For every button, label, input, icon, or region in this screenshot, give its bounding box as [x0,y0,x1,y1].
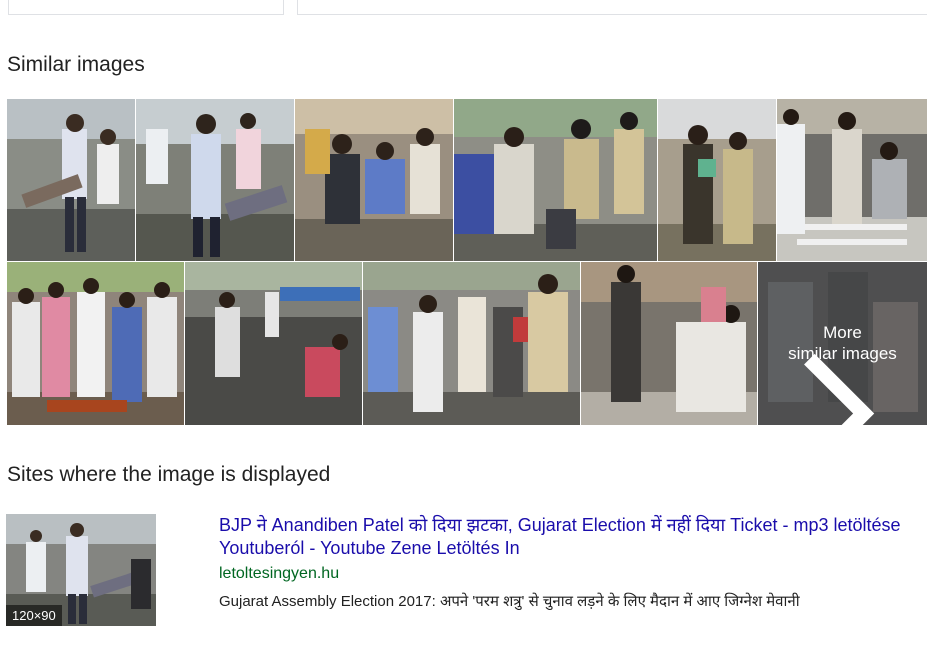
similar-image-8[interactable] [185,262,362,425]
more-similar-images-button[interactable]: More similar images [758,262,927,425]
similar-image-7[interactable] [7,262,184,425]
top-right-box [297,0,927,15]
similar-images-heading: Similar images [7,53,145,76]
top-left-box [8,0,284,15]
similar-image-9[interactable] [363,262,580,425]
similar-image-10[interactable] [581,262,757,425]
similar-image-2[interactable] [136,99,294,261]
result-thumbnail[interactable]: 120×90 [6,514,156,626]
similar-image-6[interactable] [777,99,927,261]
similar-image-4[interactable] [454,99,657,261]
chevron-right-icon [804,353,875,425]
thumbnail-size-label: 120×90 [6,605,62,626]
similar-image-3[interactable] [295,99,453,261]
sites-heading: Sites where the image is displayed [7,463,331,486]
similar-image-1[interactable] [7,99,135,261]
result-snippet: Gujarat Assembly Election 2017: अपने 'पर… [219,593,800,610]
similar-image-5[interactable] [658,99,776,261]
result-url: letoltesingyen.hu [219,565,340,582]
result-title-link[interactable]: BJP ने Anandiben Patel को दिया झटका, Guj… [219,514,919,560]
